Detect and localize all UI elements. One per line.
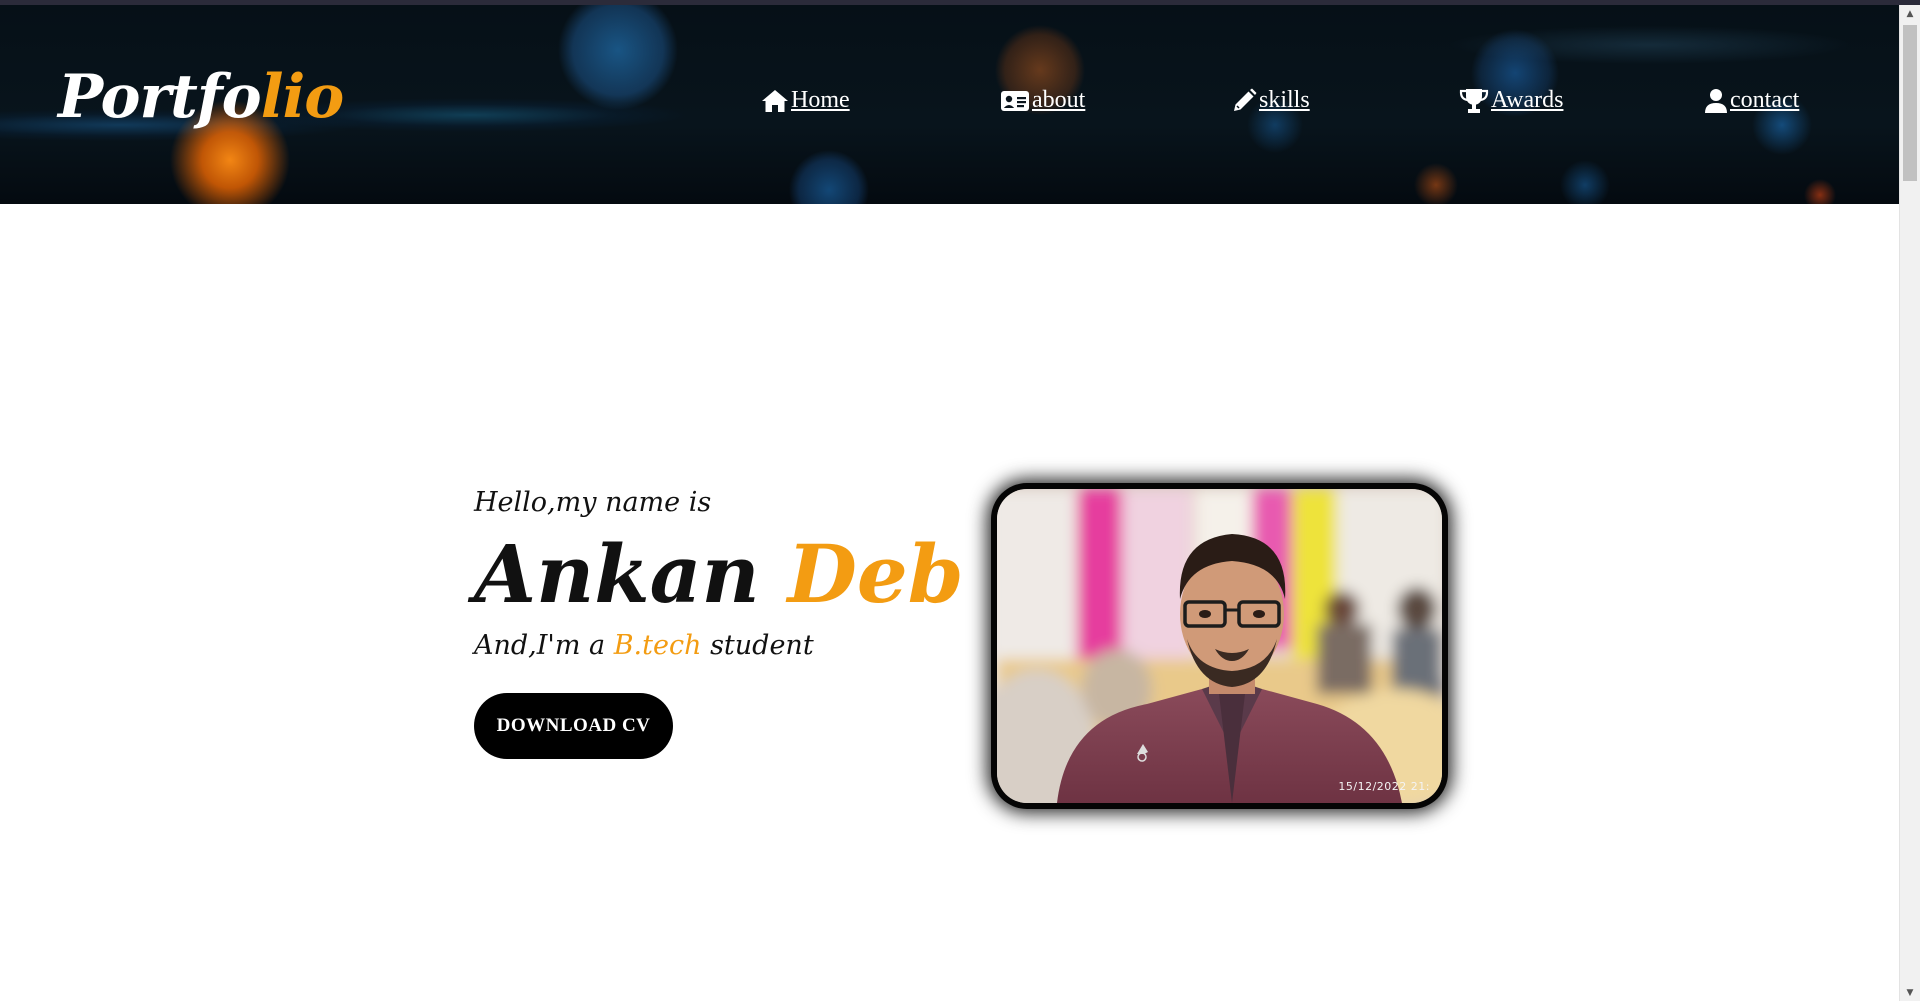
scroll-up-icon[interactable]: ▲ <box>1900 5 1920 22</box>
nav-link-skills[interactable]: skills <box>1231 87 1310 114</box>
nav-label-home: Home <box>791 87 850 113</box>
scrollbar-thumb[interactable] <box>1903 25 1917 181</box>
vertical-scrollbar[interactable]: ▲ ▼ <box>1899 5 1920 1001</box>
role-prefix: And,I'm a <box>474 630 614 661</box>
greeting-text: Hello,my name is <box>474 487 712 518</box>
last-name: Deb <box>787 527 964 621</box>
nav-label-awards: Awards <box>1491 87 1564 113</box>
nav-link-awards[interactable]: Awards <box>1459 87 1563 114</box>
portfolio-page: Portfolio Home about skills Awards conta… <box>0 0 1920 1001</box>
photo-timestamp: 15/12/2022 21: <box>1338 780 1430 793</box>
nav-link-about[interactable]: about <box>1000 87 1085 114</box>
role-highlight: B.tech <box>613 630 702 661</box>
nav-label-contact: contact <box>1730 87 1800 113</box>
profile-photo <box>997 489 1442 803</box>
profile-photo-frame: 15/12/2022 21: <box>997 489 1442 803</box>
hero-intro: Hello,my name is Ankan Deb And,I'm a B.t… <box>474 486 994 664</box>
nav-label-skills: skills <box>1259 87 1310 113</box>
scroll-down-icon[interactable]: ▼ <box>1900 984 1920 1001</box>
pencil-icon <box>1234 88 1257 111</box>
person-name: Ankan Deb <box>474 526 994 622</box>
nav-link-home[interactable]: Home <box>761 87 850 114</box>
download-cv-button[interactable]: DOWNLOAD CV <box>474 693 673 759</box>
trophy-icon <box>1459 88 1489 113</box>
first-name: Ankan <box>474 527 760 621</box>
role-suffix: student <box>701 630 814 661</box>
main-nav: Home about skills Awards contact <box>0 87 1899 127</box>
user-icon <box>1705 88 1727 113</box>
id-card-icon <box>1001 90 1029 111</box>
nav-label-about: about <box>1032 87 1086 113</box>
nav-link-contact[interactable]: contact <box>1704 87 1799 114</box>
home-icon <box>762 89 788 112</box>
role-text: And,I'm a B.tech student <box>474 628 994 664</box>
site-header: Portfolio Home about skills Awards conta… <box>0 5 1899 204</box>
